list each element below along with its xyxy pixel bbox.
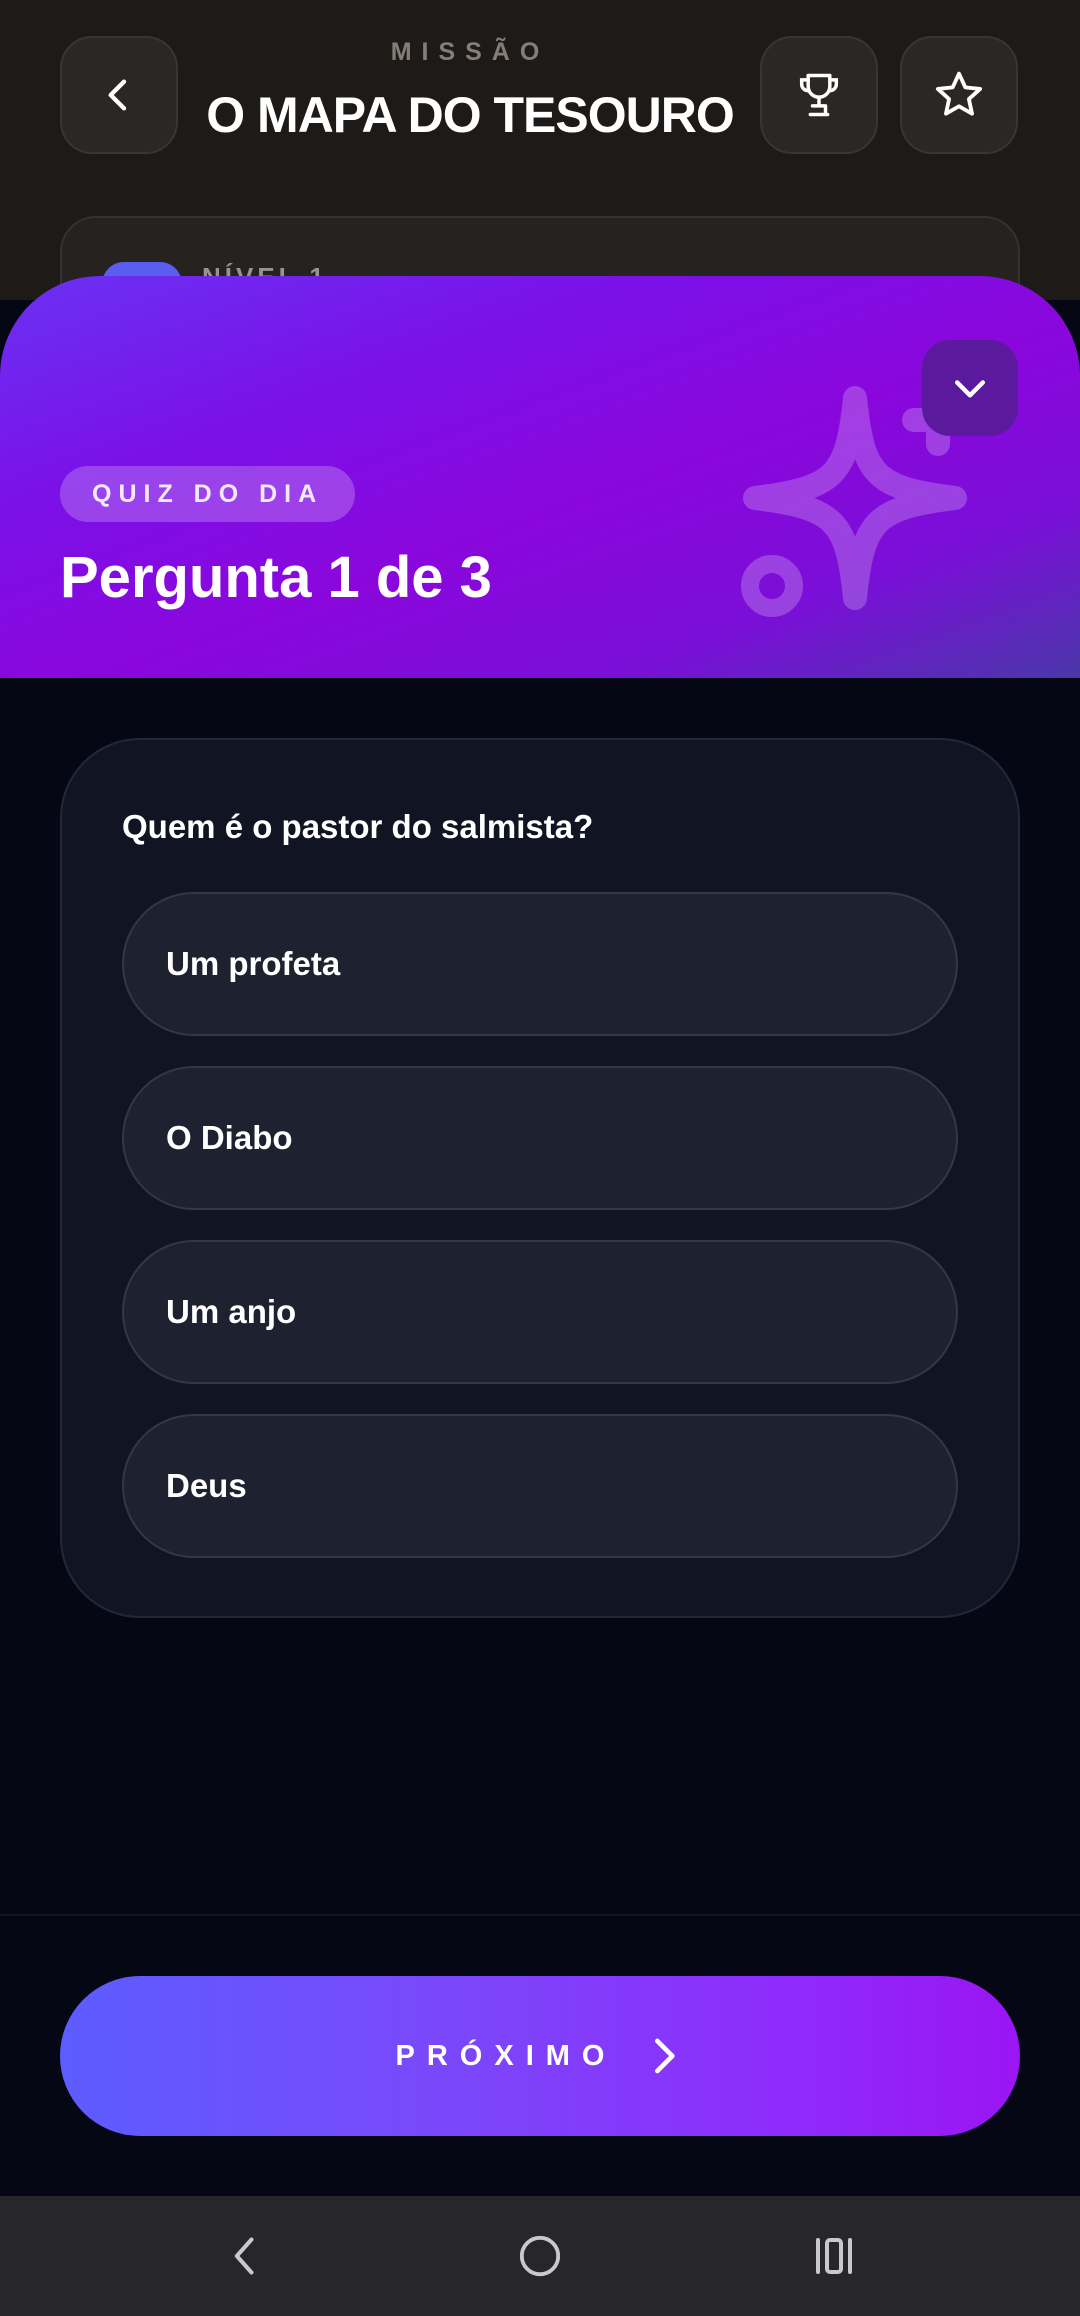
system-back-icon	[234, 2237, 254, 2275]
answer-option[interactable]: Deus	[122, 1414, 958, 1558]
question-card: Quem é o pastor do salmista? Um profeta …	[60, 738, 1020, 1618]
footer-divider	[0, 1914, 1080, 1916]
system-home-icon	[519, 2235, 561, 2277]
star-icon	[935, 71, 983, 116]
system-recents-icon	[816, 2238, 852, 2274]
answer-option[interactable]: Um anjo	[122, 1240, 958, 1384]
question-text: Quem é o pastor do salmista?	[122, 808, 594, 845]
next-button-label: PRÓXIMO	[395, 2039, 617, 2072]
question-counter: Pergunta 1 de 3	[60, 545, 492, 610]
quiz-hero: QUIZ DO DIA Pergunta 1 de 3	[0, 276, 1080, 678]
collapse-button[interactable]	[922, 340, 1018, 436]
quiz-badge: QUIZ DO DIA	[60, 466, 356, 522]
system-recents-button[interactable]	[804, 2226, 864, 2286]
answer-option[interactable]: Um profeta	[122, 892, 958, 1036]
trophy-button[interactable]	[760, 36, 878, 154]
chevron-right-icon	[655, 2038, 676, 2074]
answer-option[interactable]: O Diabo	[122, 1066, 958, 1210]
trophy-icon	[799, 73, 839, 117]
system-back-button[interactable]	[216, 2226, 276, 2286]
favorite-button[interactable]	[900, 36, 1018, 154]
next-button[interactable]: PRÓXIMO	[60, 1976, 1020, 2136]
system-nav-bar	[0, 2196, 1080, 2316]
chevron-down-icon	[954, 380, 986, 398]
system-home-button[interactable]	[510, 2226, 570, 2286]
quiz-sheet: QUIZ DO DIA Pergunta 1 de 3 Quem é o pas…	[0, 276, 1080, 2196]
